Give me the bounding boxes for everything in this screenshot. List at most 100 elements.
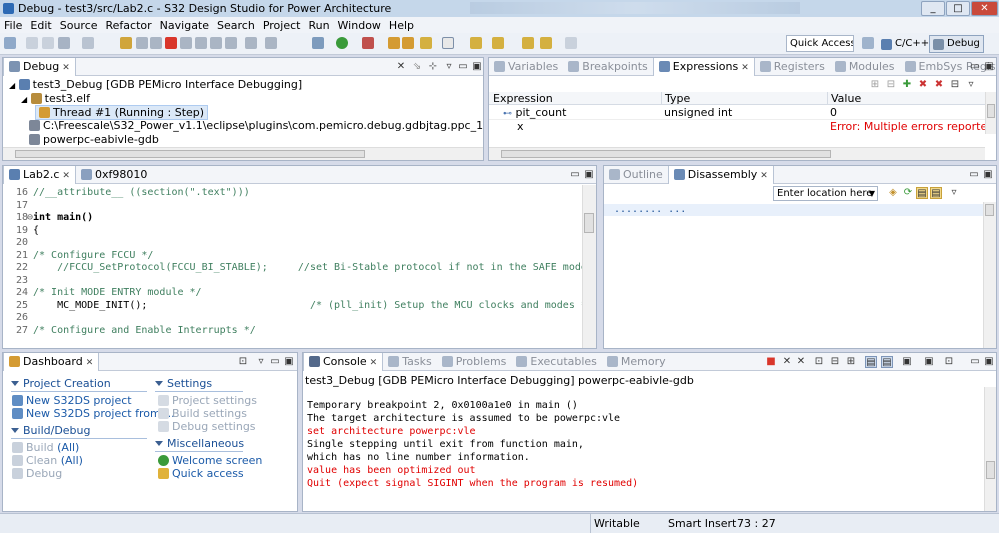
tab-registers[interactable]: Registers bbox=[755, 58, 830, 76]
tab-disassembly[interactable]: Disassembly ✕ bbox=[667, 166, 774, 184]
console-vscroll[interactable] bbox=[984, 387, 996, 511]
remove-expression-icon[interactable]: ✖ bbox=[917, 79, 929, 91]
instruction-stepping-icon[interactable] bbox=[245, 37, 257, 49]
step-into-icon[interactable] bbox=[195, 37, 207, 49]
open-console-icon[interactable]: ⊡ bbox=[943, 356, 955, 368]
collapse-all-icon[interactable]: ⊟ bbox=[949, 79, 961, 91]
link-build[interactable]: Build (All) bbox=[12, 441, 79, 454]
chevron-down-icon[interactable]: ▼ bbox=[869, 187, 875, 200]
col-type[interactable]: Type bbox=[661, 92, 690, 105]
menu-file[interactable]: File bbox=[0, 19, 26, 32]
show-on-output-icon[interactable]: ▤ bbox=[865, 356, 877, 368]
build-icon[interactable] bbox=[82, 37, 94, 49]
debug-hscroll[interactable] bbox=[3, 147, 483, 160]
clear-console-icon[interactable]: ⊡ bbox=[813, 356, 825, 368]
link-quick-access[interactable]: Quick access bbox=[158, 467, 244, 480]
link-clean-all[interactable]: (All) bbox=[61, 454, 83, 467]
menu-edit[interactable]: Edit bbox=[26, 19, 55, 32]
tab-dashboard[interactable]: Dashboard ✕ bbox=[3, 353, 100, 371]
expressions-hscroll-thumb[interactable] bbox=[501, 150, 831, 158]
link-debug-settings[interactable]: Debug settings bbox=[158, 420, 256, 433]
close-icon[interactable]: ✕ bbox=[62, 171, 70, 181]
link-project-settings[interactable]: Project settings bbox=[158, 394, 257, 407]
terminate-icon[interactable] bbox=[165, 37, 177, 49]
menu-refactor[interactable]: Refactor bbox=[102, 19, 156, 32]
save-all-icon[interactable] bbox=[42, 37, 54, 49]
open-type-icon[interactable] bbox=[388, 37, 400, 49]
view-menu-icon[interactable]: ▿ bbox=[255, 356, 267, 368]
step-over-icon[interactable] bbox=[210, 37, 222, 49]
maximize-button[interactable]: □ bbox=[946, 1, 970, 16]
maximize-view-icon[interactable]: ▣ bbox=[583, 169, 595, 181]
minimize-button[interactable]: _ bbox=[921, 1, 945, 16]
status-insert[interactable]: Smart Insert bbox=[668, 517, 736, 530]
debug-hscroll-thumb[interactable] bbox=[15, 150, 365, 158]
show-type-names-icon[interactable]: ⊞ bbox=[869, 79, 881, 91]
menu-source[interactable]: Source bbox=[56, 19, 102, 32]
link-new-project-from[interactable]: New S32DS project from ... bbox=[12, 407, 175, 420]
save-icon[interactable] bbox=[26, 37, 38, 49]
next-annotation-icon[interactable] bbox=[470, 37, 482, 49]
editor-vscroll[interactable] bbox=[582, 185, 596, 348]
menu-window[interactable]: Window bbox=[334, 19, 385, 32]
link-debug[interactable]: Debug bbox=[12, 467, 62, 480]
link-clean[interactable]: Clean (All) bbox=[12, 454, 83, 467]
expressions-hscroll[interactable] bbox=[489, 147, 985, 160]
link-build-settings[interactable]: Build settings bbox=[158, 407, 247, 420]
close-icon[interactable]: ✕ bbox=[86, 358, 94, 368]
tab-expressions[interactable]: Expressions ✕ bbox=[652, 58, 755, 76]
link-welcome[interactable]: Welcome screen bbox=[158, 454, 262, 467]
minimize-view-icon[interactable]: ▭ bbox=[969, 61, 981, 73]
section-misc[interactable]: Miscellaneous bbox=[155, 437, 244, 450]
connect-icon[interactable]: ⊹ bbox=[427, 61, 439, 73]
open-perspective-icon[interactable] bbox=[862, 37, 874, 49]
tab-address[interactable]: 0xf98010 bbox=[76, 166, 152, 184]
editor-vscroll-thumb[interactable] bbox=[584, 213, 594, 233]
minimize-view-icon[interactable]: ▭ bbox=[968, 169, 980, 181]
open-element-icon[interactable] bbox=[402, 37, 414, 49]
tab-outline[interactable]: Outline bbox=[604, 166, 668, 184]
maximize-view-icon[interactable]: ▣ bbox=[283, 356, 295, 368]
tree-elf[interactable]: ◢ test3.elf bbox=[21, 92, 90, 105]
minimize-view-icon[interactable]: ▭ bbox=[969, 356, 981, 368]
tab-modules[interactable]: Modules bbox=[830, 58, 900, 76]
scroll-lock-icon[interactable]: ⊟ bbox=[829, 356, 841, 368]
tab-executables[interactable]: Executables bbox=[511, 353, 602, 371]
disassembly-vscroll[interactable] bbox=[983, 202, 996, 348]
link-new-project[interactable]: New S32DS project bbox=[12, 394, 132, 407]
pin-console-icon[interactable]: ▣ bbox=[901, 356, 913, 368]
show-symbols-icon[interactable]: ▤ bbox=[930, 187, 942, 199]
close-button[interactable]: ✕ bbox=[971, 1, 998, 16]
location-input[interactable]: Enter location here ▼ bbox=[773, 186, 878, 201]
last-edit-icon[interactable] bbox=[522, 37, 534, 49]
minimize-view-icon[interactable]: ▭ bbox=[269, 356, 281, 368]
minimize-view-icon[interactable]: ▭ bbox=[569, 169, 581, 181]
close-icon[interactable]: ✕ bbox=[741, 63, 749, 73]
view-menu-icon[interactable]: ▿ bbox=[443, 61, 455, 73]
tab-lab2-c[interactable]: Lab2.c ✕ bbox=[3, 166, 76, 184]
perspective-c-cpp[interactable]: C/C++ bbox=[877, 35, 933, 53]
maximize-view-icon[interactable]: ▣ bbox=[983, 61, 995, 73]
suspend-icon[interactable] bbox=[150, 37, 162, 49]
col-expression[interactable]: Expression bbox=[493, 92, 553, 105]
menu-help[interactable]: Help bbox=[385, 19, 418, 32]
use-step-filters-icon[interactable] bbox=[265, 37, 277, 49]
remove-terminated-icon[interactable]: ✕ bbox=[395, 61, 407, 73]
link-with-debug-icon[interactable]: ⟳ bbox=[902, 187, 914, 199]
maximize-view-icon[interactable]: ▣ bbox=[471, 61, 483, 73]
remove-all-launches-icon[interactable]: ✕ bbox=[795, 356, 807, 368]
section-project-creation[interactable]: Project Creation bbox=[11, 377, 111, 390]
show-logical-icon[interactable]: ⊟ bbox=[885, 79, 897, 91]
close-icon[interactable]: ✕ bbox=[62, 63, 70, 73]
minimize-view-icon[interactable]: ▭ bbox=[457, 61, 469, 73]
run-icon[interactable] bbox=[336, 37, 348, 49]
link-build-all[interactable]: (All) bbox=[57, 441, 79, 454]
remove-all-icon[interactable]: ✖ bbox=[933, 79, 945, 91]
col-value[interactable]: Value bbox=[827, 92, 861, 105]
show-on-error-icon[interactable]: ▤ bbox=[881, 356, 893, 368]
close-icon[interactable]: ✕ bbox=[370, 358, 378, 368]
collapse-icon[interactable]: ⇘ bbox=[411, 61, 423, 73]
maximize-view-icon[interactable]: ▣ bbox=[982, 169, 994, 181]
disconnect-icon[interactable] bbox=[180, 37, 192, 49]
tab-debug[interactable]: Debug ✕ bbox=[3, 58, 76, 76]
